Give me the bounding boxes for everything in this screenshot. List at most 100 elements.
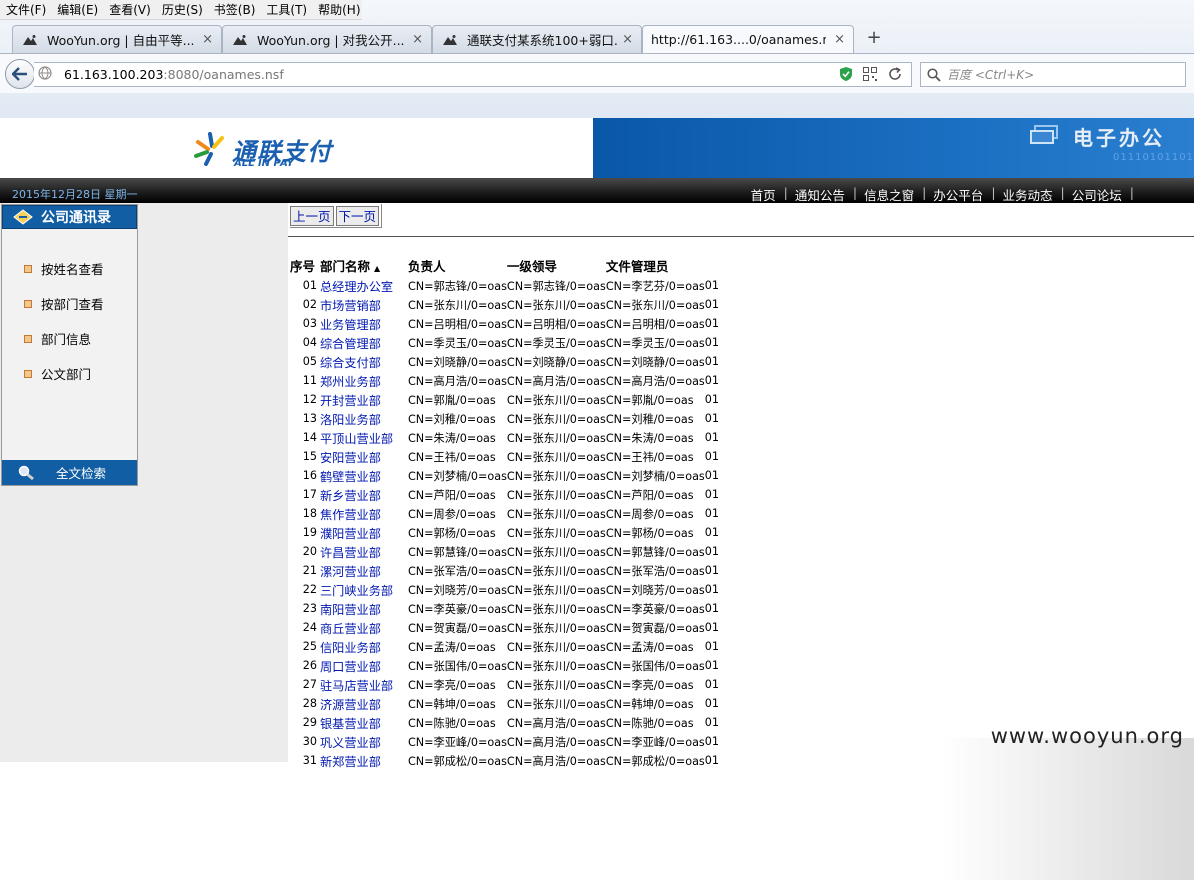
tab-close-icon[interactable]: × (412, 32, 423, 47)
menu-item-4[interactable]: 书签(B) (208, 1, 261, 18)
tab-strip: WooYun.org | 自由平等... × WooYun.org | 对我公开..… (12, 25, 854, 53)
dept-name-link[interactable]: 驻马店营业部 (320, 675, 408, 694)
menu-item-6[interactable]: 帮助(H) (312, 1, 365, 18)
wooyun-favicon-icon (441, 33, 459, 47)
menu-item-5[interactable]: 工具(T) (260, 1, 312, 18)
dept-name-link[interactable]: 业务管理部 (320, 314, 408, 333)
tab-2[interactable]: 通联支付某系统100+弱口... × (432, 25, 642, 53)
col-header-head[interactable]: 负责人 (408, 255, 507, 276)
dept-name-link[interactable]: 平顶山营业部 (320, 428, 408, 447)
tab-close-icon[interactable]: × (834, 32, 845, 47)
table-row: 31 新郑营业部 CN=郭成松/0=oas CN=高月浩/0=oas CN=郭成松/0=… (290, 751, 735, 770)
url-tools (839, 66, 903, 82)
head-cell: CN=张国伟/0=oas (408, 659, 507, 673)
sidebar-item-2[interactable]: 部门信息 (2, 321, 137, 356)
leader-cell: CN=张东川/0=oas (506, 583, 606, 597)
filemgr-cell: CN=刘晓静/0=oas (605, 355, 705, 369)
company-logo[interactable]: 通联支付 ALL IN PAY (192, 130, 332, 170)
url-text[interactable]: 61.163.100.203:8080/oanames.nsf (64, 67, 284, 82)
menu-item-0[interactable]: 文件(F) (0, 1, 51, 18)
menu-item-1[interactable]: 编辑(E) (51, 1, 103, 18)
dept-name-link[interactable]: 济源营业部 (320, 694, 408, 713)
filemgr-cell: CN=王祎/0=oas (605, 450, 694, 464)
tab-close-icon[interactable]: × (622, 32, 633, 47)
code-cell: 01 (704, 640, 720, 653)
next-page-button[interactable]: 下一页 (335, 205, 380, 226)
tab-1[interactable]: WooYun.org | 对我公开... × (222, 25, 432, 53)
nav-link-5[interactable]: 公司论坛 (1065, 185, 1130, 204)
table-row: 26 周口营业部 CN=张国伟/0=oas CN=张东川/0=oas CN=张国伟/0=… (290, 656, 735, 675)
nav-link-1[interactable]: 通知公告 (788, 185, 853, 204)
col-header-num[interactable]: 序号 (290, 255, 320, 276)
leader-cell: CN=张东川/0=oas (506, 640, 606, 654)
col-header-dept[interactable]: 部门名称 ▲ (320, 255, 408, 276)
dept-name-link[interactable]: 银基营业部 (320, 713, 408, 732)
leader-cell: CN=张东川/0=oas (506, 488, 606, 502)
search-bar[interactable]: 百度 <Ctrl+K> (920, 62, 1186, 87)
directory-icon (13, 209, 33, 225)
sidebar-item-1[interactable]: 按部门查看 (2, 286, 137, 321)
row-number: 04 (302, 336, 317, 349)
tab-close-icon[interactable]: × (202, 32, 213, 47)
col-header-filemgr[interactable]: 文件管理员 (606, 255, 705, 276)
leader-cell: CN=张东川/0=oas (506, 298, 606, 312)
shield-icon[interactable] (839, 66, 853, 82)
code-cell: 01 (704, 393, 720, 406)
dept-name-link[interactable]: 新乡营业部 (320, 485, 408, 504)
dept-name-link[interactable]: 三门峡业务部 (320, 580, 408, 599)
dept-name-link[interactable]: 信阳业务部 (320, 637, 408, 656)
dept-name-link[interactable]: 许昌营业部 (320, 542, 408, 561)
filemgr-cell: CN=李英豪/0=oas (605, 602, 705, 616)
dept-name-link[interactable]: 郑州业务部 (320, 371, 408, 390)
dept-name-link[interactable]: 综合管理部 (320, 333, 408, 352)
table-row: 14 平顶山营业部 CN=朱涛/0=oas CN=张东川/0=oas CN=朱涛/0=o… (290, 428, 735, 447)
refresh-icon[interactable] (887, 66, 903, 82)
dept-name-link[interactable]: 濮阳营业部 (320, 523, 408, 542)
head-cell: CN=周参/0=oas (408, 507, 496, 521)
sidebar-item-0[interactable]: 按姓名查看 (2, 251, 137, 286)
leader-cell: CN=张东川/0=oas (506, 450, 606, 464)
dept-name-link[interactable]: 焦作营业部 (320, 504, 408, 523)
sidebar-item-label: 公文部门 (41, 367, 92, 382)
dept-name-link[interactable]: 商丘营业部 (320, 618, 408, 637)
dept-name-link[interactable]: 漯河营业部 (320, 561, 408, 580)
dept-name-link[interactable]: 市场营销部 (320, 295, 408, 314)
table-row: 27 驻马店营业部 CN=李亮/0=oas CN=张东川/0=oas CN=李亮/0=o… (290, 675, 735, 694)
tab-0[interactable]: WooYun.org | 自由平等... × (12, 25, 222, 53)
dept-name-link[interactable]: 综合支付部 (320, 352, 408, 371)
table-row: 15 安阳营业部 CN=王祎/0=oas CN=张东川/0=oas CN=王祎/0=oa… (290, 447, 735, 466)
address-bar[interactable]: 61.163.100.203:8080/oanames.nsf (34, 62, 912, 87)
table-row: 24 商丘营业部 CN=贺寅磊/0=oas CN=张东川/0=oas CN=贺寅磊/0=… (290, 618, 735, 637)
new-tab-button[interactable]: + (864, 28, 884, 48)
nav-link-0[interactable]: 首页 (744, 185, 784, 204)
filemgr-cell: CN=郭杨/0=oas (605, 526, 694, 540)
dept-name-link[interactable]: 鹤壁营业部 (320, 466, 408, 485)
tab-3[interactable]: http://61.163....0/oanames.nsf × (642, 25, 854, 53)
leader-cell: CN=季灵玉/0=oas (506, 336, 606, 350)
dept-name-link[interactable]: 开封营业部 (320, 390, 408, 409)
tab-title: 通联支付某系统100+弱口... (467, 33, 617, 48)
dept-name-link[interactable]: 安阳营业部 (320, 447, 408, 466)
sidebar-panel: 公司通讯录 按姓名查看 按部门查看 部门信息 公文部门 全文检索 (1, 204, 138, 486)
back-button[interactable] (5, 59, 35, 89)
dept-name-link[interactable]: 周口营业部 (320, 656, 408, 675)
dept-name-link[interactable]: 南阳营业部 (320, 599, 408, 618)
sort-ascending-icon[interactable]: ▲ (374, 264, 380, 273)
fulltext-search-button[interactable]: 全文检索 (2, 460, 137, 485)
dept-name-link[interactable]: 洛阳业务部 (320, 409, 408, 428)
col-header-leader[interactable]: 一级领导 (507, 255, 606, 276)
dept-name-link[interactable]: 新郑营业部 (320, 751, 408, 770)
prev-page-button[interactable]: 上一页 (290, 205, 334, 226)
filemgr-cell: CN=郭胤/0=oas (605, 393, 694, 407)
sidebar-item-3[interactable]: 公文部门 (2, 356, 137, 391)
nav-link-2[interactable]: 信息之窗 (857, 185, 922, 204)
leader-cell: CN=高月浩/0=oas (506, 716, 606, 730)
menu-item-2[interactable]: 查看(V) (103, 1, 156, 18)
row-number: 15 (302, 450, 317, 463)
qr-code-icon[interactable] (863, 67, 877, 81)
menu-item-3[interactable]: 历史(S) (156, 1, 208, 18)
nav-link-3[interactable]: 办公平台 (926, 185, 991, 204)
dept-name-link[interactable]: 巩义营业部 (320, 732, 408, 751)
nav-link-4[interactable]: 业务动态 (996, 185, 1061, 204)
dept-name-link[interactable]: 总经理办公室 (320, 276, 408, 295)
